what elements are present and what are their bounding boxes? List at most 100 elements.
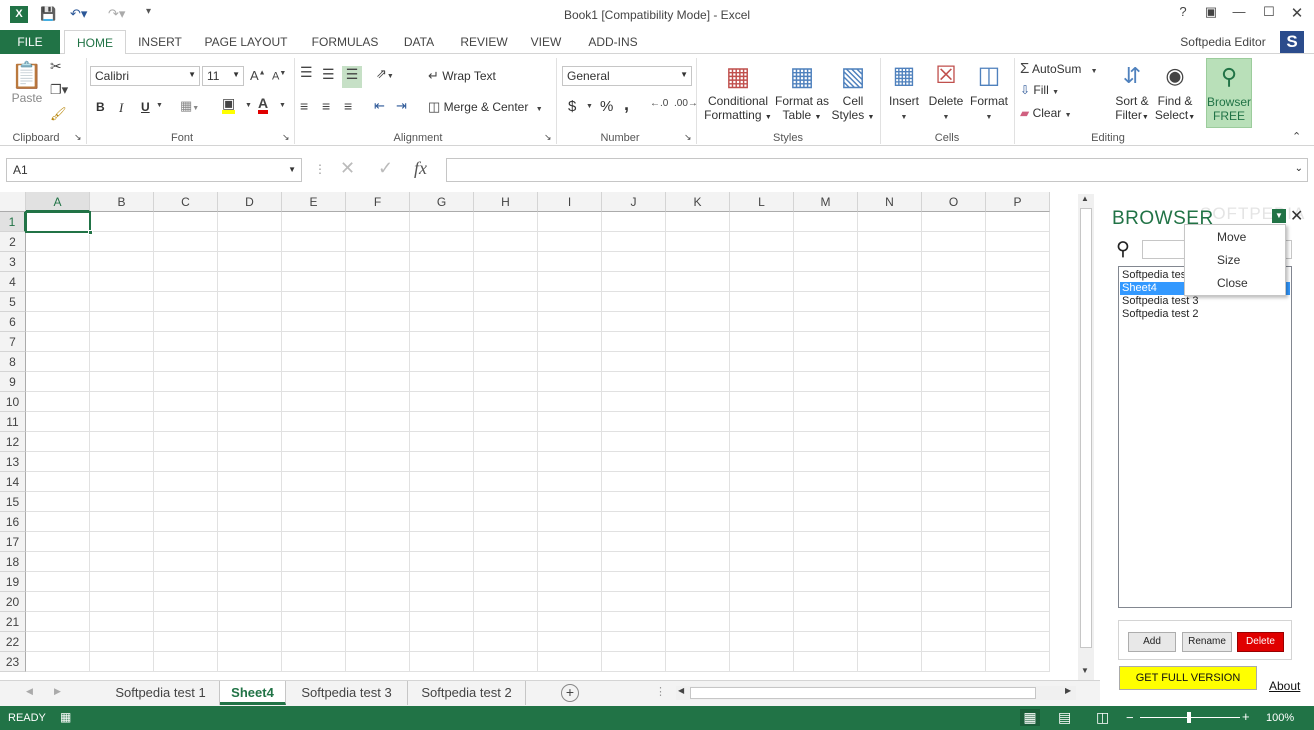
- scroll-up-icon[interactable]: ▲: [1081, 194, 1089, 203]
- user-name[interactable]: Softpedia Editor: [1170, 30, 1276, 54]
- insert-function-icon[interactable]: fx: [414, 158, 427, 179]
- pane-options-button[interactable]: ▼: [1272, 209, 1286, 223]
- italic-button[interactable]: I: [119, 100, 123, 116]
- sheet-tab[interactable]: Softpedia test 3: [286, 681, 408, 705]
- delete-cells-button[interactable]: ☒ Delete ▼: [926, 58, 966, 122]
- underline-dropdown-icon[interactable]: ▼: [156, 102, 163, 109]
- insert-cells-button[interactable]: ▦ Insert ▼: [884, 58, 924, 122]
- zoom-thumb[interactable]: [1187, 712, 1191, 723]
- copy-icon[interactable]: ❐▾: [50, 82, 68, 98]
- close-window-button[interactable]: ✕: [1286, 4, 1308, 24]
- increase-decimal-icon[interactable]: ←.0: [650, 98, 668, 109]
- expand-formula-icon[interactable]: ⌄: [1295, 163, 1303, 174]
- row-header[interactable]: 14: [0, 472, 26, 492]
- column-header[interactable]: N: [858, 192, 922, 212]
- increase-indent-icon[interactable]: ⇥: [396, 98, 407, 114]
- font-size-dropdown[interactable]: 11 ▼: [202, 66, 244, 86]
- row-header[interactable]: 20: [0, 592, 26, 612]
- get-full-version-button[interactable]: GET FULL VERSION: [1119, 666, 1257, 690]
- rename-button[interactable]: Rename: [1182, 632, 1232, 652]
- borders-icon[interactable]: ▦▼: [180, 98, 199, 114]
- column-header[interactable]: E: [282, 192, 346, 212]
- row-header[interactable]: 3: [0, 252, 26, 272]
- tab-file[interactable]: FILE: [0, 30, 60, 54]
- fill-color-dropdown-icon[interactable]: ▼: [245, 102, 252, 109]
- font-color-dropdown-icon[interactable]: ▼: [279, 102, 286, 109]
- grow-font-icon[interactable]: A▲: [250, 68, 266, 83]
- align-bottom-icon[interactable]: ☰: [342, 66, 362, 88]
- zoom-in-icon[interactable]: +: [1242, 709, 1250, 724]
- format-as-table-button[interactable]: ▦ Format as Table ▼: [772, 58, 832, 122]
- sheet-list-item[interactable]: Softpedia test 3: [1120, 295, 1290, 308]
- tab-review[interactable]: REVIEW: [454, 30, 514, 54]
- column-header[interactable]: M: [794, 192, 858, 212]
- align-center-icon[interactable]: ≡: [322, 98, 330, 114]
- worksheet-grid[interactable]: A B C D E F G H I J K L M N O P 1 2 3 4 5 6 7 8 9 10 11 12 13 14 15 16 1…: [0, 192, 1077, 678]
- sheet-listbox[interactable]: Softpedia test 1 Sheet4 Softpedia test 3 So…: [1118, 266, 1292, 608]
- select-all-corner[interactable]: [0, 192, 26, 212]
- tab-insert[interactable]: INSERT: [130, 30, 190, 54]
- fill-color-icon[interactable]: ▣: [222, 96, 236, 114]
- find-select-button[interactable]: ◉ Find & Select▼: [1154, 58, 1196, 122]
- help-icon[interactable]: ?: [1172, 4, 1194, 24]
- fill-handle[interactable]: [88, 230, 93, 235]
- user-avatar[interactable]: S: [1280, 31, 1304, 53]
- font-name-dropdown[interactable]: Calibri ▼: [90, 66, 200, 86]
- scroll-thumb[interactable]: [1080, 208, 1092, 648]
- cell-styles-button[interactable]: ▧ Cell Styles ▼: [830, 58, 876, 122]
- row-header[interactable]: 8: [0, 352, 26, 372]
- collapse-ribbon-icon[interactable]: ⌃: [1292, 130, 1301, 143]
- underline-button[interactable]: U: [141, 100, 150, 114]
- row-header[interactable]: 15: [0, 492, 26, 512]
- menu-item-close[interactable]: Close: [1217, 276, 1248, 290]
- tab-view[interactable]: VIEW: [524, 30, 568, 54]
- close-pane-icon[interactable]: ✕: [1290, 206, 1303, 226]
- more-options-icon[interactable]: ⋮: [314, 162, 326, 176]
- orientation-icon[interactable]: ⇗▼: [376, 66, 394, 82]
- page-break-view-icon[interactable]: ◫: [1096, 709, 1109, 726]
- conditional-formatting-button[interactable]: ▦ Conditional Formatting ▼: [702, 58, 774, 122]
- number-format-dropdown[interactable]: General ▼: [562, 66, 692, 86]
- row-header[interactable]: 21: [0, 612, 26, 632]
- horizontal-scrollbar[interactable]: ◀ ▶: [676, 686, 1076, 700]
- tab-page-layout[interactable]: PAGE LAYOUT: [198, 30, 294, 54]
- normal-view-icon[interactable]: ▦: [1020, 709, 1040, 726]
- autosum-button[interactable]: Σ AutoSum ▼: [1020, 60, 1098, 77]
- column-header[interactable]: L: [730, 192, 794, 212]
- cancel-entry-icon[interactable]: ✕: [340, 158, 355, 179]
- name-box[interactable]: A1 ▼: [6, 158, 302, 182]
- wrap-text-button[interactable]: ↵ Wrap Text: [428, 68, 496, 84]
- column-header[interactable]: G: [410, 192, 474, 212]
- cut-icon[interactable]: ✂: [50, 58, 62, 75]
- new-sheet-icon[interactable]: +: [561, 684, 579, 702]
- minimize-button[interactable]: —: [1228, 4, 1250, 24]
- scroll-down-icon[interactable]: ▼: [1081, 666, 1089, 675]
- sheet-tab[interactable]: Softpedia test 2: [408, 681, 526, 705]
- number-launcher-icon[interactable]: ↘: [684, 132, 692, 143]
- decrease-indent-icon[interactable]: ⇤: [374, 98, 385, 114]
- tab-data[interactable]: DATA: [396, 30, 442, 54]
- row-header[interactable]: 9: [0, 372, 26, 392]
- scroll-right-icon[interactable]: ▶: [1065, 686, 1071, 695]
- percent-button[interactable]: %: [600, 98, 613, 115]
- delete-button[interactable]: Delete: [1237, 632, 1284, 652]
- sheet-tab[interactable]: Softpedia test 1: [102, 681, 220, 705]
- decrease-decimal-icon[interactable]: .00→: [674, 98, 698, 109]
- next-sheet-icon[interactable]: ▶: [54, 686, 61, 697]
- fill-button[interactable]: ⇩ Fill ▼: [1020, 83, 1059, 97]
- confirm-entry-icon[interactable]: ✓: [378, 158, 393, 179]
- font-color-icon[interactable]: A: [258, 96, 269, 114]
- column-header[interactable]: P: [986, 192, 1050, 212]
- row-header[interactable]: 13: [0, 452, 26, 472]
- currency-dropdown-icon[interactable]: ▼: [586, 103, 593, 110]
- zoom-out-icon[interactable]: −: [1126, 710, 1134, 725]
- column-header[interactable]: H: [474, 192, 538, 212]
- column-header[interactable]: A: [26, 192, 90, 212]
- row-header[interactable]: 18: [0, 552, 26, 572]
- column-header[interactable]: B: [90, 192, 154, 212]
- tab-formulas[interactable]: FORMULAS: [304, 30, 386, 54]
- row-header[interactable]: 11: [0, 412, 26, 432]
- alignment-launcher-icon[interactable]: ↘: [544, 132, 552, 143]
- menu-item-size[interactable]: Size: [1217, 253, 1240, 267]
- comma-button[interactable]: ,: [624, 94, 629, 115]
